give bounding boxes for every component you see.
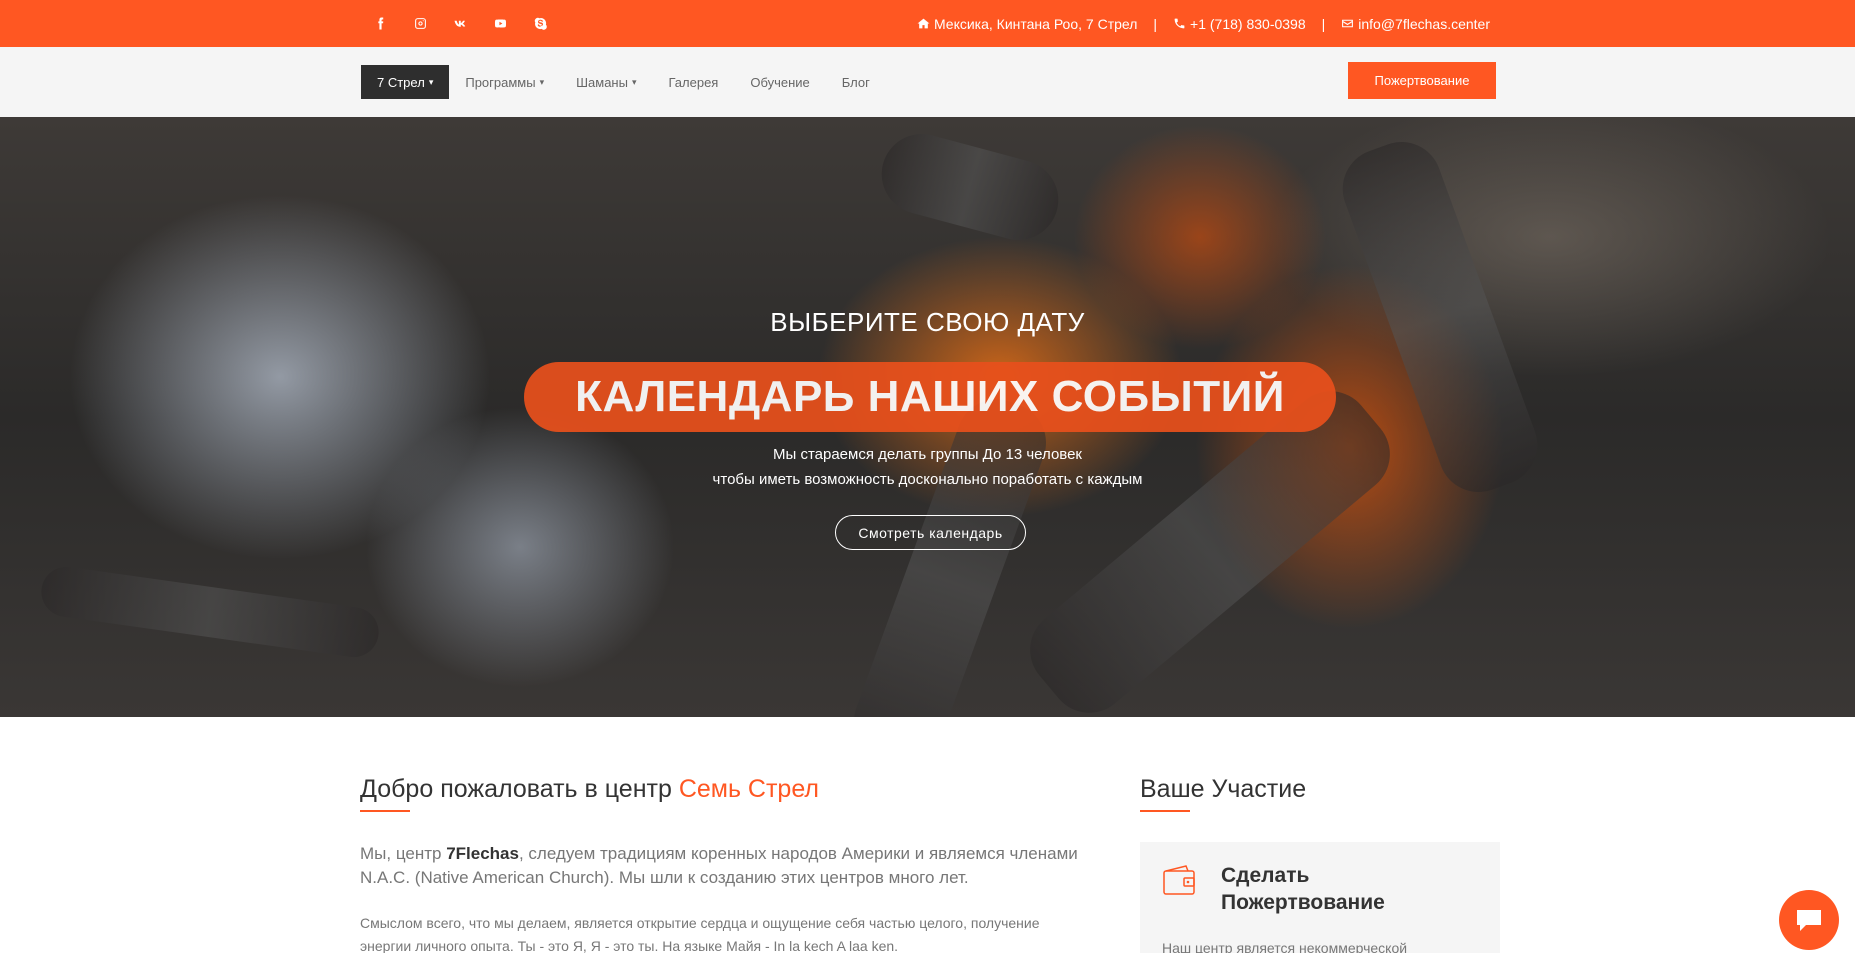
card-title-line: Пожертвование — [1221, 891, 1385, 914]
phone-text: +1 (718) 830-0398 — [1190, 15, 1306, 32]
hero-description-line: чтобы иметь возможность досконально пора… — [712, 471, 1143, 488]
view-calendar-button[interactable]: Смотреть календарь — [835, 515, 1026, 550]
phone[interactable]: +1 (718) 830-0398 — [1173, 16, 1306, 32]
donate-button[interactable]: Пожертвование — [1348, 62, 1496, 99]
nav-item-gallery[interactable]: Галерея — [652, 65, 734, 99]
nav-item-label: Программы — [465, 74, 536, 90]
hero-subtitle: ВЫБЕРИТЕ СВОЮ ДАТУ — [770, 307, 1085, 337]
donation-card[interactable]: Сделать Пожертвование Наш центр является… — [1140, 842, 1500, 953]
facebook-icon[interactable] — [360, 0, 400, 47]
hero-banner: ВЫБЕРИТЕ СВОЮ ДАТУ КАЛЕНДАРЬ НАШИХ СОБЫТ… — [0, 117, 1855, 717]
title-underline — [360, 810, 410, 812]
home-icon — [917, 18, 930, 29]
nav-item-label: Блог — [841, 74, 870, 90]
donation-card-title: Сделать Пожертвование — [1221, 862, 1385, 916]
nav-item-blog[interactable]: Блог — [826, 65, 886, 99]
skype-icon[interactable] — [520, 0, 560, 47]
intro-prefix: Мы, центр — [360, 844, 447, 863]
separator: | — [1321, 15, 1326, 32]
nav-item-label: 7 Стрел — [377, 74, 425, 90]
chevron-down-icon: ▾ — [428, 76, 434, 87]
participation-title: Ваше Участие — [1140, 775, 1307, 803]
hero-title-pill: КАЛЕНДАРЬ НАШИХ СОБЫТИЙ — [524, 362, 1336, 432]
email-text: info@7flechas.center — [1358, 15, 1490, 32]
card-title-line: Сделать — [1221, 864, 1310, 887]
chat-bubble-icon — [1797, 910, 1821, 931]
intro-brand: 7Flechas — [446, 844, 519, 863]
nav-item-training[interactable]: Обучение — [734, 65, 825, 99]
title-underline — [1140, 810, 1190, 812]
phone-icon — [1174, 18, 1185, 29]
main-nav: 7 Стрел ▾ Программы ▾ Шаманы ▾ Галерея О… — [361, 65, 886, 99]
separator: | — [1153, 15, 1158, 32]
nav-item-programs[interactable]: Программы ▾ — [449, 65, 560, 99]
chat-button[interactable] — [1779, 890, 1839, 950]
nav-item-label: Шаманы — [576, 74, 628, 90]
chevron-down-icon: ▾ — [539, 76, 545, 87]
nav-item-label: Галерея — [668, 74, 719, 90]
email[interactable]: info@7flechas.center — [1341, 16, 1490, 32]
chevron-down-icon: ▾ — [631, 76, 637, 87]
welcome-body-line: энергии личного опыта. Ты - это Я, Я - э… — [360, 938, 899, 953]
top-bar: Мексика, Кинтана Роо, 7 Стрел | +1 (718)… — [0, 0, 1855, 47]
welcome-body-line: Смыслом всего, что мы делаем, является о… — [360, 915, 1040, 931]
envelope-icon — [1342, 19, 1354, 28]
welcome-title-accent: Семь Стрел — [678, 775, 819, 803]
vk-icon[interactable] — [440, 0, 480, 47]
donation-card-text: Наш центр является некоммерческой — [1162, 940, 1408, 953]
social-links — [360, 0, 560, 47]
nav-item-label: Обучение — [750, 74, 810, 90]
hero-description-line: Мы стараемся делать группы До 13 человек — [773, 446, 1082, 463]
welcome-body: Смыслом всего, что мы делаем, является о… — [360, 912, 1100, 953]
welcome-title: Добро пожаловать в центр Семь Стрел — [360, 775, 819, 804]
contact-info: Мексика, Кинтана Роо, 7 Стрел | +1 (718)… — [917, 0, 1490, 47]
nav-item-shamans[interactable]: Шаманы ▾ — [560, 65, 652, 99]
hero-content: ВЫБЕРИТЕ СВОЮ ДАТУ КАЛЕНДАРЬ НАШИХ СОБЫТ… — [0, 117, 1855, 717]
welcome-title-prefix: Добро пожаловать в центр — [360, 775, 679, 803]
main-navbar: 7 Стрел ▾ Программы ▾ Шаманы ▾ Галерея О… — [0, 47, 1855, 117]
wallet-icon — [1163, 865, 1195, 895]
instagram-icon[interactable] — [400, 0, 440, 47]
hero-title: КАЛЕНДАРЬ НАШИХ СОБЫТИЙ — [575, 372, 1285, 421]
address-text: Мексика, Кинтана Роо, 7 Стрел — [933, 15, 1138, 32]
nav-item-7strel[interactable]: 7 Стрел ▾ — [361, 65, 450, 99]
welcome-intro: Мы, центр 7Flechas, следуем традициям ко… — [360, 842, 1100, 890]
address: Мексика, Кинтана Роо, 7 Стрел — [917, 16, 1137, 32]
youtube-icon[interactable] — [480, 0, 520, 47]
